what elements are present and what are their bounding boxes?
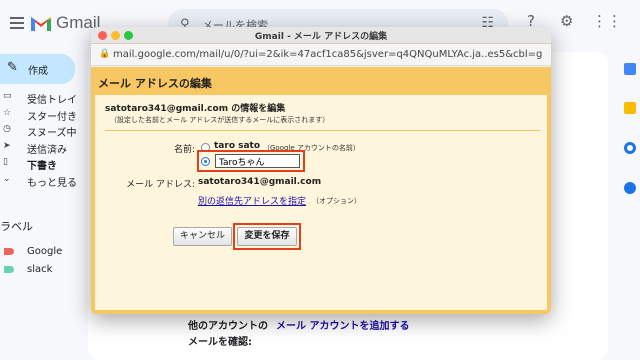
compose-button[interactable]: ✎ 作成	[0, 54, 75, 84]
tasks-icon[interactable]	[624, 142, 636, 154]
labels-heading: ラベル	[0, 220, 33, 233]
other-accounts-label: 他のアカウントの	[188, 321, 268, 332]
compose-label: 作成	[28, 66, 48, 77]
gear-icon[interactable]: ⚙	[560, 12, 573, 30]
lock-icon: 🔒	[99, 49, 111, 59]
menu-icon[interactable]	[10, 17, 24, 29]
send-icon: ➤	[3, 140, 11, 151]
optional-note: （オプション）	[312, 197, 361, 205]
url-text[interactable]: mail.google.com/mail/u/0/?ui=2&ik=47acf1…	[113, 49, 543, 60]
window-title: Gmail - メール アドレスの編集	[254, 32, 388, 42]
gmail-logo-icon[interactable]	[30, 14, 52, 32]
label-tag-icon	[4, 266, 14, 273]
sidebar-item-starred[interactable]: ☆ スター付き	[0, 107, 88, 124]
name-label: 名前:	[173, 145, 195, 155]
custom-name-input[interactable]	[215, 154, 300, 168]
divider	[105, 130, 540, 131]
email-value: satotaro341@gmail.com	[198, 177, 322, 187]
sidebar-item-inbox[interactable]: ▭ 受信トレイ	[0, 90, 88, 107]
sidebar-item-more[interactable]: ⌄ もっと見る	[0, 173, 88, 190]
save-changes-button[interactable]: 変更を保存	[237, 227, 297, 246]
sidebar-item-snoozed[interactable]: ◷ スヌーズ中	[0, 123, 88, 140]
inbox-icon: ▭	[3, 91, 12, 101]
calendar-icon[interactable]	[624, 63, 636, 75]
right-side-panel	[620, 50, 640, 360]
dialog-title: メール アドレスの編集	[98, 77, 212, 90]
radio-custom-name[interactable]	[201, 157, 210, 166]
contacts-icon[interactable]	[624, 182, 636, 194]
sidebar-item-sent[interactable]: ➤ 送信済み	[0, 140, 88, 157]
url-bar[interactable]: 🔒 mail.google.com/mail/u/0/?ui=2&ik=47ac…	[91, 45, 551, 66]
cancel-button[interactable]: キャンセル	[173, 227, 232, 246]
chevron-down-icon: ⌄	[3, 173, 11, 184]
keep-icon[interactable]	[624, 102, 636, 114]
sidebar-nav: ▭ 受信トレイ ☆ スター付き ◷ スヌーズ中 ➤ 送信済み ▯ 下書き ⌄ も…	[0, 90, 88, 189]
add-mail-account-link[interactable]: メール アカウントを追加する	[276, 317, 409, 332]
email-label: メール アドレス:	[126, 180, 195, 190]
window-titlebar: Gmail - メール アドレスの編集	[91, 27, 551, 44]
clock-icon: ◷	[3, 124, 11, 134]
dialog-header: メール アドレスの編集	[91, 67, 551, 95]
pencil-icon: ✎	[7, 60, 18, 75]
label-tag-icon	[4, 248, 14, 255]
star-icon: ☆	[3, 107, 12, 118]
sidebar-item-drafts[interactable]: ▯ 下書き	[0, 156, 88, 173]
check-mail-label: メールを確認:	[188, 337, 252, 348]
draft-icon: ▯	[3, 157, 8, 167]
edit-info-title: satotaro341@gmail.com の情報を編集	[105, 104, 286, 114]
apps-grid-icon[interactable]: ⋮⋮	[592, 12, 622, 30]
edit-info-subtitle: （設定した名前とメール アドレスが送信するメールに表示されます）	[110, 116, 330, 124]
reply-to-link[interactable]: 別の返信先アドレスを指定	[198, 194, 306, 207]
edit-email-popup-window: Gmail - メール アドレスの編集 🔒 mail.google.com/ma…	[91, 27, 551, 314]
